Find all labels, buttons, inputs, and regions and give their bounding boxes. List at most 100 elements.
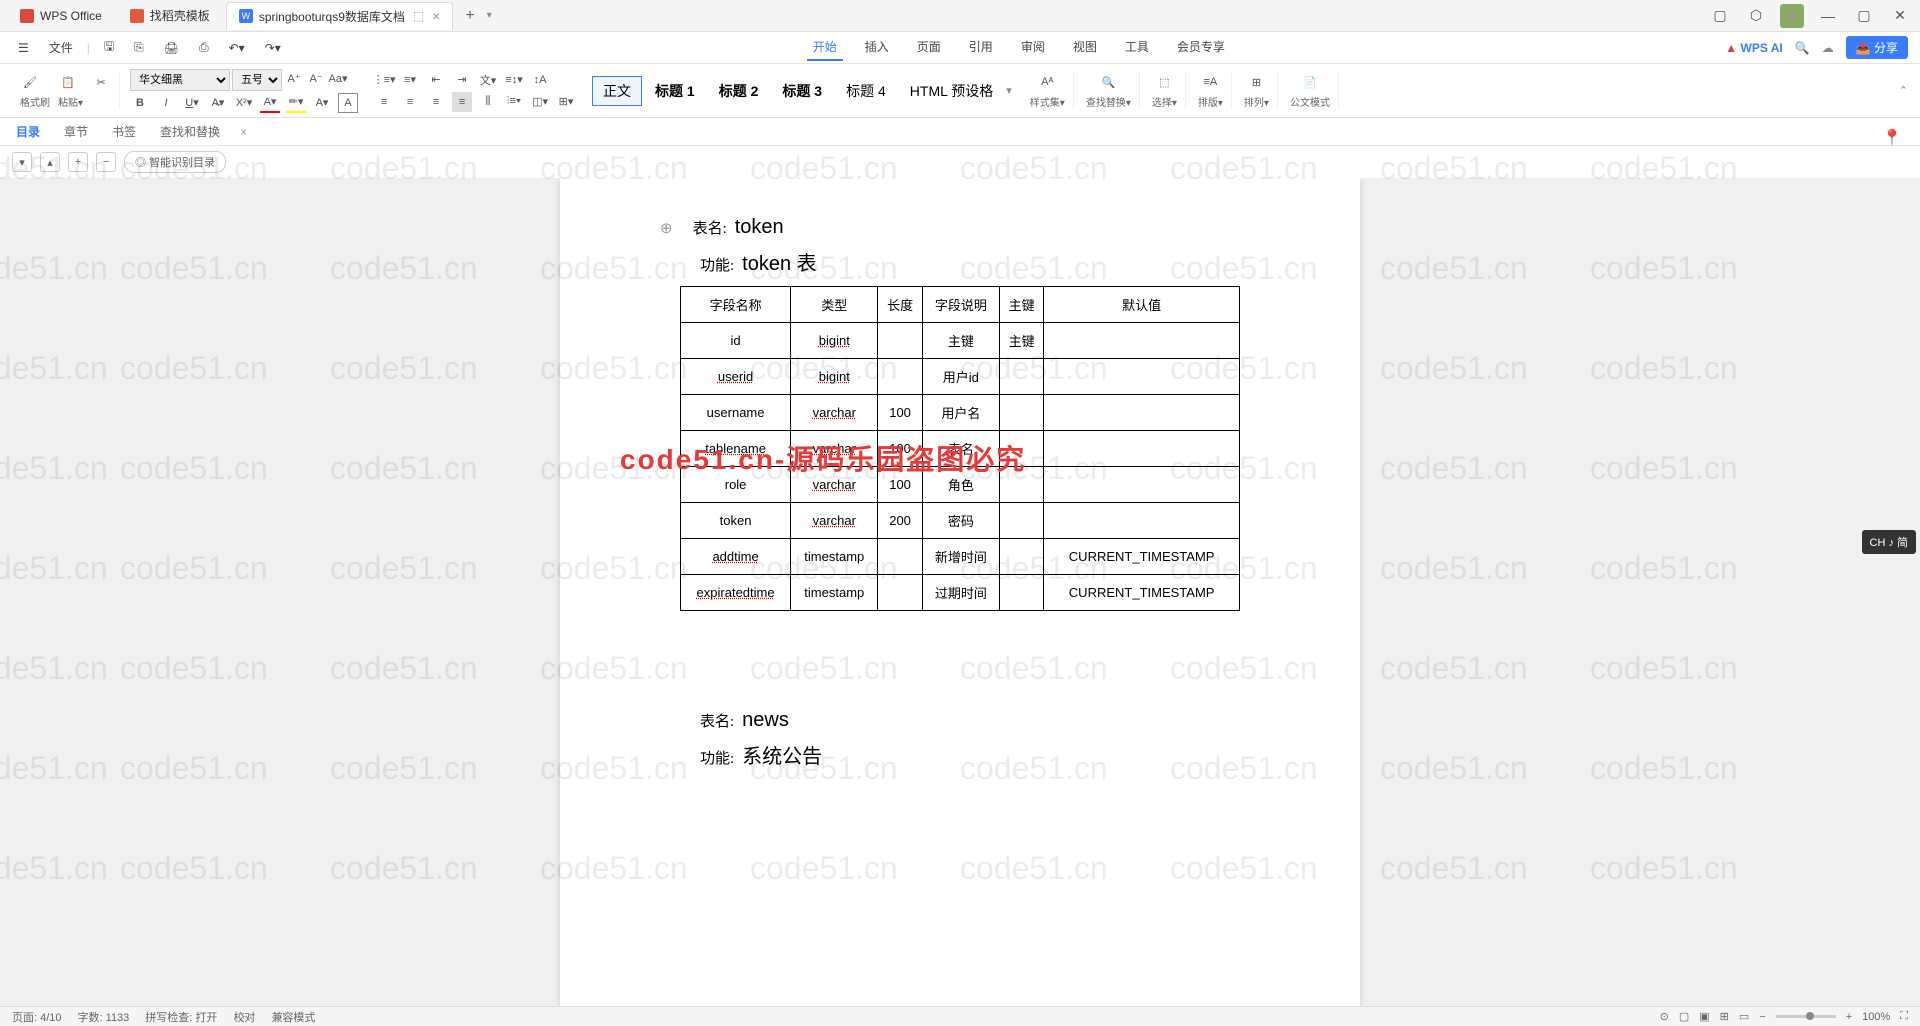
document-area[interactable]: code51.cn-源码乐园盗图必究 ⊕表名:token 功能:token 表 … <box>0 178 1920 1006</box>
hamburger-icon[interactable]: ☰ <box>12 39 35 57</box>
format-painter-icon[interactable]: 🖌 <box>20 72 40 92</box>
zoom-value[interactable]: 100% <box>1862 1011 1890 1023</box>
cloud-icon[interactable]: ☁ <box>1822 41 1834 55</box>
paste-icon[interactable]: 📋 <box>58 72 78 92</box>
style-h4[interactable]: 标题 4 <box>835 76 897 106</box>
undo-icon[interactable]: ↶▾ <box>223 39 251 57</box>
status-spell[interactable]: 拼写检查: 打开 <box>145 1009 217 1025</box>
grow-font-icon[interactable]: A⁺ <box>284 69 304 89</box>
superscript-icon[interactable]: X²▾ <box>234 93 254 113</box>
align-left-icon[interactable]: ≡ <box>374 92 394 112</box>
nav-minus-icon[interactable]: − <box>96 152 116 172</box>
italic-icon[interactable]: I <box>156 93 176 113</box>
redo-icon[interactable]: ↷▾ <box>259 39 287 57</box>
wps-ai-button[interactable]: ▲ WPS AI <box>1725 41 1782 55</box>
nav-tab-find[interactable]: 查找和替换 <box>156 121 224 142</box>
app-icon-1[interactable]: ▢ <box>1708 4 1732 28</box>
status-proof[interactable]: 校对 <box>233 1009 255 1025</box>
line-height-icon[interactable]: ⫶≡▾ <box>504 92 524 112</box>
nav-tab-toc[interactable]: 目录 <box>12 121 44 142</box>
view-icon-3[interactable]: ▣ <box>1699 1010 1709 1023</box>
numbering-icon[interactable]: ≡▾ <box>400 70 420 90</box>
nav-down-icon[interactable]: ▾ <box>12 152 32 172</box>
print-icon[interactable]: 🖨 <box>158 39 185 57</box>
menu-tab-ref[interactable]: 引用 <box>963 34 999 61</box>
status-words[interactable]: 字数: 1133 <box>78 1009 130 1025</box>
style-normal[interactable]: 正文 <box>592 76 642 106</box>
bullets-icon[interactable]: ⋮≡▾ <box>374 70 394 90</box>
find-icon[interactable]: 🔍 <box>1098 72 1118 92</box>
change-case-icon[interactable]: Aa▾ <box>328 69 348 89</box>
cut-icon[interactable]: ✂ <box>91 72 111 92</box>
nav-tab-bookmark[interactable]: 书签 <box>108 121 140 142</box>
app-icon-2[interactable]: ⬡ <box>1744 4 1768 28</box>
smart-toc-button[interactable]: ◎ 智能识别目录 <box>124 151 226 173</box>
style-h1[interactable]: 标题 1 <box>644 76 706 106</box>
inc-indent-icon[interactable]: ⇥ <box>452 70 472 90</box>
text-dir-icon[interactable]: 文▾ <box>478 70 498 90</box>
menu-tab-tools[interactable]: 工具 <box>1119 34 1155 61</box>
font-name-select[interactable]: 华文细黑 <box>130 69 230 91</box>
dropdown-icon[interactable]: ▾ <box>487 10 492 21</box>
nav-close-icon[interactable]: × <box>240 125 247 139</box>
select-icon[interactable]: ⬚ <box>1154 72 1174 92</box>
line-spacing-icon[interactable]: ≡↕▾ <box>504 70 524 90</box>
dec-indent-icon[interactable]: ⇤ <box>426 70 446 90</box>
view-icon-4[interactable]: ⊞ <box>1720 1010 1729 1023</box>
close-button[interactable]: ✕ <box>1888 4 1912 28</box>
status-expand-icon[interactable]: ⛶ <box>1900 1010 1908 1023</box>
para-shading-icon[interactable]: ◫▾ <box>530 92 550 112</box>
add-tab-button[interactable]: + <box>457 7 482 25</box>
strike-icon[interactable]: A̶▾ <box>208 93 228 113</box>
font-color-icon[interactable]: A▾ <box>260 93 280 113</box>
arrange-icon[interactable]: ⊞ <box>1246 72 1266 92</box>
maximize-button[interactable]: ▢ <box>1852 4 1876 28</box>
layout-icon[interactable]: ≡A <box>1200 72 1220 92</box>
menu-tab-insert[interactable]: 插入 <box>859 34 895 61</box>
shading-icon[interactable]: A▾ <box>312 93 332 113</box>
pin-icon[interactable]: 📍 <box>1882 128 1902 148</box>
menu-tab-start[interactable]: 开始 <box>807 34 843 61</box>
nav-up-icon[interactable]: ▴ <box>40 152 60 172</box>
minimize-button[interactable]: — <box>1816 4 1840 28</box>
file-menu[interactable]: 文件 <box>43 37 79 58</box>
borders-icon[interactable]: ⊞▾ <box>556 92 576 112</box>
styles-more-icon[interactable]: ▾ <box>1006 84 1012 97</box>
char-border-icon[interactable]: A <box>338 93 358 113</box>
align-justify-icon[interactable]: ≡ <box>452 92 472 112</box>
style-h3[interactable]: 标题 3 <box>771 76 833 106</box>
shrink-font-icon[interactable]: A⁻ <box>306 69 326 89</box>
style-h2[interactable]: 标题 2 <box>708 76 770 106</box>
zoom-in-icon[interactable]: + <box>1846 1011 1852 1023</box>
view-icon-5[interactable]: ▭ <box>1739 1010 1749 1023</box>
sort-icon[interactable]: ↕A <box>530 70 550 90</box>
close-icon[interactable]: × <box>432 8 440 24</box>
highlight-icon[interactable]: ✏▾ <box>286 93 306 113</box>
save-icon[interactable]: 🖫 <box>98 35 120 60</box>
search-icon[interactable]: 🔍 <box>1795 41 1810 55</box>
bold-icon[interactable]: B <box>130 93 150 113</box>
menu-tab-review[interactable]: 审阅 <box>1015 34 1051 61</box>
font-size-select[interactable]: 五号 <box>232 69 282 91</box>
avatar-icon[interactable] <box>1780 4 1804 28</box>
styleset-icon[interactable]: Aᴬ <box>1037 72 1057 92</box>
tab-restore-icon[interactable]: ⬚ <box>413 9 424 23</box>
tab-wps-office[interactable]: WPS Office <box>8 2 114 30</box>
menu-tab-member[interactable]: 会员专享 <box>1171 34 1231 61</box>
tab-template[interactable]: 找稻壳模板 <box>118 2 222 30</box>
status-page[interactable]: 页面: 4/10 <box>12 1009 62 1025</box>
export-icon[interactable]: ⎘ <box>128 38 150 57</box>
share-button[interactable]: 📤 分享 <box>1846 36 1908 59</box>
align-center-icon[interactable]: ≡ <box>400 92 420 112</box>
nav-plus-icon[interactable]: + <box>68 152 88 172</box>
style-html[interactable]: HTML 预设格 <box>899 76 1004 106</box>
zoom-out-icon[interactable]: − <box>1759 1011 1765 1023</box>
menu-tab-view[interactable]: 视图 <box>1067 34 1103 61</box>
distribute-icon[interactable]: ⫼ <box>478 92 498 112</box>
view-icon-2[interactable]: ▢ <box>1679 1010 1689 1023</box>
official-icon[interactable]: 📄 <box>1300 72 1320 92</box>
underline-icon[interactable]: U▾ <box>182 93 202 113</box>
align-right-icon[interactable]: ≡ <box>426 92 446 112</box>
menu-tab-page[interactable]: 页面 <box>911 34 947 61</box>
preview-icon[interactable]: ⎙ <box>193 38 215 57</box>
